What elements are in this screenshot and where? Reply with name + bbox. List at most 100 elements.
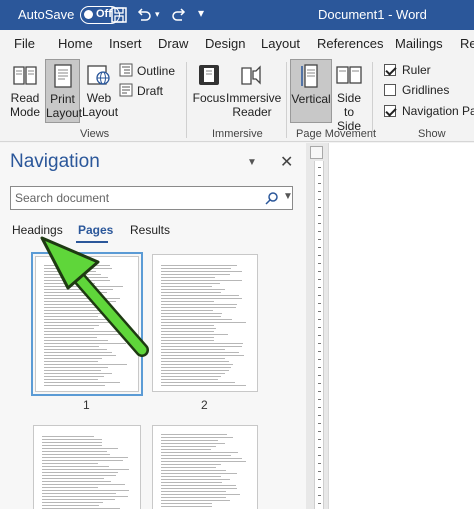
thumbnail-text-line — [42, 472, 118, 473]
thumbnail-text-line — [44, 316, 98, 317]
thumbnail-text-line — [161, 304, 237, 305]
thumbnail-text-line — [161, 376, 221, 377]
thumbnail-text-line — [161, 503, 212, 504]
side-to-side-button[interactable]: Side to Side — [334, 62, 364, 133]
thumbnail-text-line — [44, 361, 98, 362]
pane-options-icon[interactable]: ▼ — [247, 157, 257, 168]
ruler-tick — [318, 279, 321, 280]
thumbnail-text-line — [42, 499, 115, 500]
tab-mailings[interactable]: Mailings — [395, 36, 443, 51]
thumbnail-text-line — [161, 440, 218, 441]
navigation-pane-check-icon — [384, 105, 396, 117]
thumbnail-text-line — [42, 454, 110, 455]
thumbnail-text-line — [161, 455, 231, 456]
tab-insert[interactable]: Insert — [109, 36, 142, 51]
ruler-tick — [318, 167, 321, 168]
outline-button[interactable]: Outline — [119, 63, 179, 79]
thumbnail-text-line — [161, 313, 222, 314]
tab-file[interactable]: File — [14, 36, 35, 51]
thumbnail-text-line — [161, 506, 212, 507]
thumbnail-text-line — [161, 470, 226, 471]
thumbnail-text-line — [161, 434, 227, 435]
undo-dropdown-icon[interactable]: ▾ — [155, 9, 160, 20]
page-thumbnail-4[interactable] — [152, 425, 258, 509]
ruler-tick — [318, 295, 321, 296]
tab-layout[interactable]: Layout — [261, 36, 300, 51]
thumbnail-text-line — [44, 349, 107, 350]
vertical-label: Vertical — [291, 92, 331, 106]
thumbnail-text-line — [161, 364, 233, 365]
thumbnail-text-line — [44, 373, 112, 374]
thumbnail-text-line — [44, 319, 112, 320]
thumbnail-text-line — [161, 479, 230, 480]
tab-results[interactable]: Results — [130, 223, 170, 237]
immersive-reader-button[interactable]: Immersive Reader — [226, 62, 281, 119]
thumbnail-text-line — [42, 466, 109, 467]
thumbnail-text-line — [161, 476, 221, 477]
thumbnail-text-line — [44, 334, 127, 335]
ruler-tick — [318, 207, 321, 208]
thumbnail-text-line — [44, 283, 95, 284]
search-input[interactable] — [11, 187, 259, 209]
ribbon-tabs: File Home Insert Draw Design Layout Refe… — [0, 30, 474, 58]
navigation-title: Navigation — [10, 151, 100, 172]
ruler-tick — [318, 223, 321, 224]
ruler-tick — [318, 415, 321, 416]
tab-draw[interactable]: Draw — [158, 36, 188, 51]
page-thumbnail-3[interactable] — [33, 425, 141, 509]
thumbnail-text-line — [161, 361, 229, 362]
undo-icon[interactable] — [135, 6, 153, 24]
document-page[interactable] — [328, 143, 474, 509]
save-icon[interactable] — [110, 6, 128, 24]
close-icon[interactable]: ✕ — [280, 152, 293, 172]
thumbnail-text-line — [161, 491, 226, 492]
read-mode-icon — [13, 66, 37, 85]
thumbnail-text-line — [161, 289, 225, 290]
focus-button[interactable]: Focus — [192, 62, 226, 105]
tab-selector[interactable] — [310, 146, 323, 159]
customize-qat-icon[interactable]: ▾ — [198, 6, 204, 20]
immersive-group-label: Immersive — [212, 128, 263, 140]
thumbnail-text-line — [42, 469, 129, 470]
thumbnail-text-line — [161, 280, 242, 281]
read-mode-button[interactable]: Read Mode — [6, 62, 44, 119]
draft-button[interactable]: Draft — [119, 83, 179, 99]
ruler-tick — [318, 215, 321, 216]
thumbnail-text-line — [161, 500, 230, 501]
thumbnail-text-line — [42, 487, 98, 488]
search-icon[interactable] — [265, 191, 279, 205]
thumbnail-text-line — [161, 446, 216, 447]
thumbnail-text-line — [161, 346, 242, 347]
tab-review[interactable]: Re — [460, 36, 474, 51]
tab-headings[interactable]: Headings — [12, 223, 63, 237]
search-options-icon[interactable]: ▼ — [283, 191, 293, 202]
ruler-tick — [318, 343, 321, 344]
thumbnail-text-line — [161, 334, 228, 335]
thumbnail-text-line — [42, 439, 102, 440]
ruler-tick — [318, 455, 321, 456]
thumbnail-text-line — [44, 340, 108, 341]
thumbnail-text-line — [161, 322, 246, 323]
thumbnail-text-line — [161, 352, 239, 353]
tab-design[interactable]: Design — [205, 36, 245, 51]
ruler-tick — [318, 375, 321, 376]
page-thumbnail-2[interactable] — [152, 254, 258, 392]
page-thumbnail-1[interactable] — [31, 252, 143, 396]
thumbnail-text-line — [44, 352, 112, 353]
thumbnail-text-line — [161, 343, 243, 344]
tab-pages[interactable]: Pages — [78, 223, 113, 237]
tab-home[interactable]: Home — [58, 36, 93, 51]
show-group-label: Show — [418, 128, 446, 140]
tab-references[interactable]: References — [317, 36, 383, 51]
redo-icon[interactable] — [170, 6, 188, 24]
thumbnail-text-line — [42, 445, 102, 446]
thumbnail-text-line — [44, 367, 108, 368]
thumbnail-text-line — [42, 460, 123, 461]
vertical-button[interactable]: Vertical — [290, 59, 332, 123]
web-layout-button[interactable]: Web Layout — [82, 62, 118, 119]
print-layout-button[interactable]: Print Layout — [45, 59, 82, 123]
thumbnail-text-line — [161, 292, 221, 293]
vertical-ruler[interactable] — [314, 161, 324, 509]
thumbnail-text-line — [44, 364, 127, 365]
search-box: ▼ — [10, 186, 293, 210]
